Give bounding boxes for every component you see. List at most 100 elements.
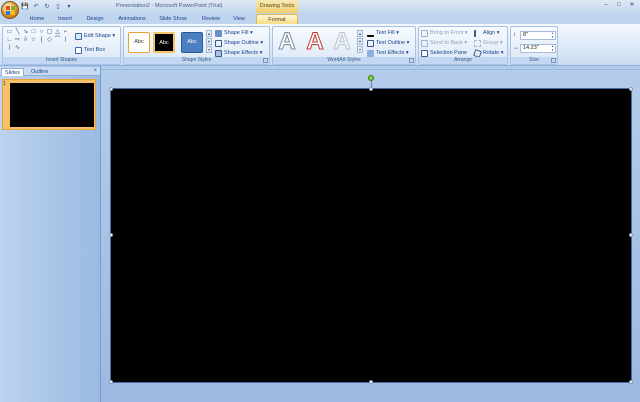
drawing-tools-label: Drawing Tools — [256, 0, 298, 13]
office-button[interactable] — [1, 1, 19, 19]
angle-shape-icon[interactable]: ∟ — [6, 37, 13, 44]
maximize-button[interactable]: □ — [613, 1, 625, 10]
text-effects-icon — [367, 49, 374, 57]
tab-view[interactable]: View — [228, 14, 250, 24]
effects-icon — [215, 49, 222, 57]
ruler-divider — [101, 66, 640, 70]
shape-style-blue[interactable]: Abc — [181, 32, 203, 53]
redo-icon[interactable]: ↻ — [43, 2, 51, 10]
rounded-rect-shape-icon[interactable]: ▢ — [46, 29, 53, 36]
office-logo-icon — [6, 6, 15, 15]
shape-style-white[interactable]: Abc — [128, 32, 150, 53]
down-arrow-shape-icon[interactable]: ⇩ — [22, 37, 29, 44]
save-icon[interactable]: 💾 — [21, 2, 29, 10]
wordart-styles-scroll[interactable]: ▲ ▼ ▾ — [357, 30, 363, 54]
edit-shape-button[interactable]: Edit Shape ▾ — [75, 32, 115, 40]
text-outline-button[interactable]: Text Outline ▾ — [367, 39, 409, 47]
slide-number: 1 — [3, 81, 7, 87]
right-bracket-shape-icon[interactable]: ⟩ — [6, 45, 13, 52]
resize-handle-w[interactable] — [109, 233, 113, 237]
arrow-shape-icon[interactable]: ↘ — [22, 29, 29, 36]
text-box-button[interactable]: Text Box — [75, 46, 105, 54]
minimize-button[interactable]: – — [600, 1, 612, 10]
close-button[interactable]: ✕ — [626, 1, 638, 10]
resize-handle-ne[interactable] — [629, 87, 633, 91]
more-styles-icon[interactable]: ▾ — [357, 46, 363, 53]
shape-effects-button[interactable]: Shape Effects ▾ — [215, 49, 262, 57]
l-shape-icon[interactable]: ⌐ — [62, 29, 69, 36]
shape-styles-scroll[interactable]: ▲ ▼ ▾ — [206, 30, 212, 54]
resize-handle-s[interactable] — [369, 380, 373, 384]
wordart-styles-launcher-icon[interactable] — [409, 58, 414, 63]
selection-pane-icon — [421, 49, 428, 57]
scroll-down-icon[interactable]: ▼ — [206, 38, 212, 45]
title-bar: 💾 ↶ ↻ ▯ ▾ Presentation2 - Microsoft Powe… — [0, 0, 640, 13]
tab-slide-show[interactable]: Slide Show — [155, 14, 191, 24]
resize-handle-sw[interactable] — [109, 380, 113, 384]
right-arrow-shape-icon[interactable]: ⇨ — [14, 37, 21, 44]
diamond-shape-icon[interactable]: ◇ — [46, 37, 53, 44]
width-spinner-icon[interactable]: ▲ ▼ — [550, 44, 555, 52]
text-effects-button[interactable]: Text Effects ▾ — [367, 49, 409, 57]
left-bracket-shape-icon[interactable]: ⟨ — [62, 37, 69, 44]
triangle-shape-icon[interactable]: △ — [54, 29, 61, 36]
resize-handle-se[interactable] — [629, 380, 633, 384]
resize-handle-e[interactable] — [629, 233, 633, 237]
tab-slides[interactable]: Slides — [1, 68, 24, 76]
resize-handle-n[interactable] — [369, 87, 373, 91]
slide-thumbnail[interactable] — [10, 83, 94, 127]
window-title: Presentation2 - Microsoft PowerPoint (Tr… — [116, 3, 223, 9]
shape-fill-button[interactable]: Shape Fill ▾ — [215, 29, 253, 37]
scroll-up-icon[interactable]: ▲ — [206, 30, 212, 37]
arrange-label: Arrange — [419, 57, 507, 64]
more-styles-icon[interactable]: ▾ — [206, 46, 212, 53]
scroll-up-icon[interactable]: ▲ — [357, 30, 363, 37]
text-box-icon — [75, 46, 82, 54]
arrange-group: Bring to Front ▾ Send to Back ▾ Selectio… — [418, 26, 508, 65]
customize-qat-icon[interactable]: ▾ — [65, 2, 73, 10]
brace-shape-icon[interactable]: { — [38, 37, 45, 44]
curve-shape-icon[interactable]: ∿ — [14, 45, 21, 52]
new-document-icon[interactable]: ▯ — [54, 2, 62, 10]
send-to-back-button[interactable]: Send to Back ▾ — [421, 39, 467, 47]
quick-access-toolbar: 💾 ↶ ↻ ▯ ▾ — [21, 2, 73, 10]
bring-to-front-button[interactable]: Bring to Front ▾ — [421, 29, 468, 37]
shape-styles-launcher-icon[interactable] — [263, 58, 268, 63]
bring-to-front-icon — [421, 29, 428, 37]
tab-home[interactable]: Home — [24, 14, 50, 24]
tab-format[interactable]: Format — [256, 14, 298, 24]
align-button[interactable]: Align ▾ — [474, 29, 500, 37]
shape-width-field[interactable]: 14.23" ▲ ▼ — [520, 44, 556, 53]
text-shape-icon[interactable]: ⌒ — [54, 37, 61, 44]
close-pane-icon[interactable]: × — [93, 68, 97, 74]
tab-design[interactable]: Design — [82, 14, 108, 24]
oval-shape-icon[interactable]: ○ — [38, 29, 45, 36]
tab-animations[interactable]: Animations — [114, 14, 150, 24]
undo-icon[interactable]: ↶ — [32, 2, 40, 10]
star-shape-icon[interactable]: ☆ — [30, 37, 37, 44]
rectangle-shape-icon[interactable]: ▭ — [6, 29, 13, 36]
selection-pane-button[interactable]: Selection Pane — [421, 49, 467, 57]
line-shape-icon[interactable]: ╲ — [14, 29, 21, 36]
wordart-style-outline[interactable]: A — [276, 29, 298, 54]
shape-height-field[interactable]: 8" ▲ ▼ — [520, 31, 556, 40]
height-spinner-icon[interactable]: ▲ ▼ — [550, 31, 555, 39]
text-fill-button[interactable]: Text Fill ▾ — [367, 29, 399, 37]
size-launcher-icon[interactable] — [551, 58, 556, 63]
shape-outline-button[interactable]: Shape Outline ▾ — [215, 39, 263, 47]
shapes-gallery[interactable]: ▭ ╲ ↘ □ ○ ▢ △ ⌐ ∟ ⇨ ⇩ ☆ { ◇ ⌒ ⟨ ⟩ ∿ — [6, 29, 70, 52]
group-button[interactable]: Group ▾ — [474, 39, 503, 47]
square-shape-icon[interactable]: □ — [30, 29, 37, 36]
paint-bucket-icon — [215, 29, 222, 37]
tab-review[interactable]: Review — [197, 14, 225, 24]
rotate-button[interactable]: Rotate ▾ — [473, 48, 504, 58]
tab-outline[interactable]: Outline — [28, 68, 51, 76]
scroll-down-icon[interactable]: ▼ — [357, 38, 363, 45]
wordart-style-red[interactable]: A — [304, 29, 326, 54]
resize-handle-nw[interactable] — [109, 87, 113, 91]
slide-canvas[interactable] — [110, 88, 632, 383]
shape-style-black[interactable]: Abc — [153, 32, 175, 53]
tab-insert[interactable]: Insert — [52, 14, 78, 24]
rotation-handle[interactable] — [368, 75, 374, 81]
wordart-style-light[interactable]: A — [331, 29, 353, 54]
